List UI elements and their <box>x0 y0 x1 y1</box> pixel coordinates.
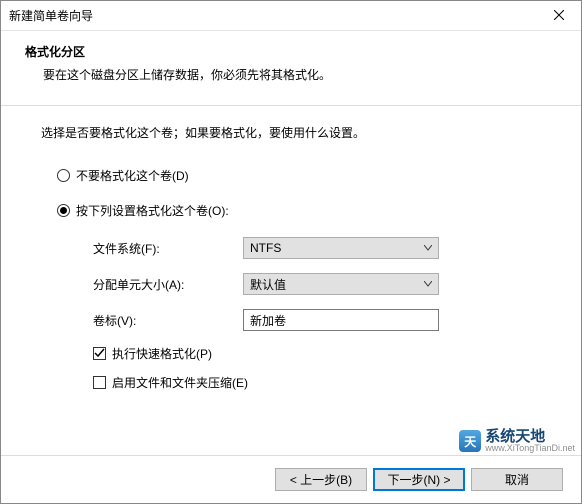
allocation-unit-label: 分配单元大小(A): <box>93 276 243 293</box>
header-title: 格式化分区 <box>25 43 557 60</box>
volume-label-label: 卷标(V): <box>93 312 243 329</box>
quick-format-checkbox[interactable]: 执行快速格式化(P) <box>93 345 541 362</box>
radio-format-label: 按下列设置格式化这个卷(O): <box>76 202 229 219</box>
radio-no-format-label: 不要格式化这个卷(D) <box>76 167 189 184</box>
watermark-text-cn: 系统天地 <box>485 429 575 444</box>
compression-checkbox[interactable]: 启用文件和文件夹压缩(E) <box>93 374 541 391</box>
back-button[interactable]: < 上一步(B) <box>275 468 367 491</box>
filesystem-select[interactable]: NTFS <box>243 237 439 259</box>
back-button-label: < 上一步(B) <box>290 471 352 488</box>
next-button-label: 下一步(N) > <box>387 471 450 488</box>
allocation-unit-value: 默认值 <box>250 276 286 293</box>
watermark: 天 系统天地 www.XiTongTianDi.net <box>459 429 575 453</box>
watermark-logo-icon: 天 <box>459 430 481 452</box>
quick-format-label: 执行快速格式化(P) <box>112 345 212 362</box>
titlebar: 新建简单卷向导 <box>1 1 581 31</box>
cancel-button[interactable]: 取消 <box>471 468 563 491</box>
radio-dot-icon <box>60 207 67 214</box>
format-settings: 文件系统(F): NTFS 分配单元大小(A): 默认值 卷标(V): 新加卷 … <box>41 237 541 391</box>
header-description: 要在这个磁盘分区上储存数据，你必须先将其格式化。 <box>25 66 557 83</box>
radio-format[interactable]: 按下列设置格式化这个卷(O): <box>41 202 541 219</box>
filesystem-label: 文件系统(F): <box>93 240 243 257</box>
checkbox-icon <box>93 376 106 389</box>
instruction-text: 选择是否要格式化这个卷；如果要格式化，要使用什么设置。 <box>41 124 541 141</box>
radio-no-format[interactable]: 不要格式化这个卷(D) <box>41 167 541 184</box>
volume-label-value: 新加卷 <box>250 312 286 329</box>
filesystem-value: NTFS <box>250 241 281 255</box>
cancel-button-label: 取消 <box>505 471 529 488</box>
chevron-down-icon <box>424 281 432 287</box>
allocation-unit-select[interactable]: 默认值 <box>243 273 439 295</box>
wizard-content: 选择是否要格式化这个卷；如果要格式化，要使用什么设置。 不要格式化这个卷(D) … <box>1 106 581 391</box>
wizard-header: 格式化分区 要在这个磁盘分区上储存数据，你必须先将其格式化。 <box>1 31 581 91</box>
compression-label: 启用文件和文件夹压缩(E) <box>112 374 248 391</box>
watermark-text-en: www.XiTongTianDi.net <box>485 444 575 453</box>
checkbox-icon <box>93 347 106 360</box>
chevron-down-icon <box>424 245 432 251</box>
window-title: 新建简单卷向导 <box>9 7 536 24</box>
radio-icon <box>57 169 70 182</box>
next-button[interactable]: 下一步(N) > <box>373 468 465 491</box>
close-button[interactable] <box>536 1 581 31</box>
wizard-footer: < 上一步(B) 下一步(N) > 取消 <box>1 455 581 503</box>
volume-label-input[interactable]: 新加卷 <box>243 309 439 331</box>
radio-icon <box>57 204 70 217</box>
close-icon <box>554 9 564 23</box>
